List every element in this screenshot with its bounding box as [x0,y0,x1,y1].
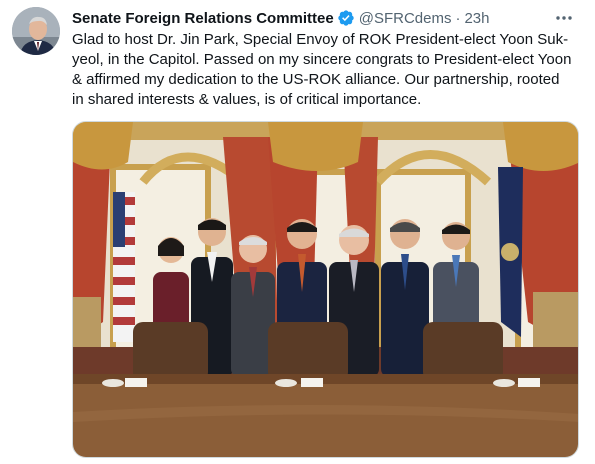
header-separator: · [455,9,461,27]
author-handle[interactable]: @SFRCdems [359,10,452,27]
tweet-timestamp[interactable]: 23h [464,10,489,27]
author-name[interactable]: Senate Foreign Relations Committee [72,10,334,27]
tweet-text-line: in shared interests & values, is of crit… [72,91,422,108]
tweet-header: Senate Foreign Relations Committee @SFRC… [72,7,581,29]
author-avatar[interactable] [12,7,60,55]
tweet-text-line: Glad to host Dr. Jin Park, Special Envoy… [72,31,569,48]
tweet-text-line: yeol, in the Capitol. Passed on my since… [72,51,572,68]
verified-badge-icon [337,9,355,27]
tweet-text: Glad to host Dr. Jin Park, Special Envoy… [72,30,572,110]
tweet-photo[interactable] [72,121,579,458]
tweet-text-line: & affirmed my dedication to the US-ROK a… [72,71,560,88]
tweet[interactable]: Senate Foreign Relations Committee @SFRC… [0,0,595,464]
more-options-icon[interactable] [553,8,575,28]
